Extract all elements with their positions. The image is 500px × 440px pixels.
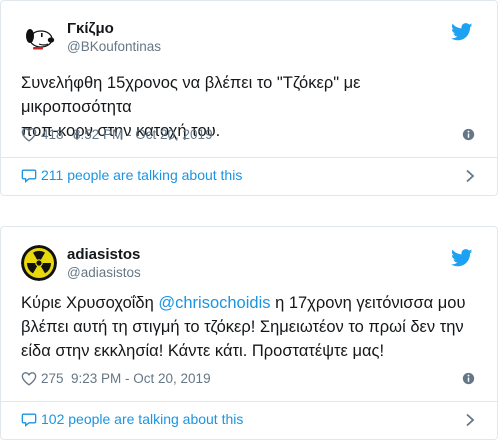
mention-link[interactable]: @chrisochoidis (158, 294, 270, 312)
tweet-text-line: βλέπει αυτή τη στιγμή το τζόκερ! Σημειωτ… (21, 318, 464, 336)
heart-icon[interactable] (21, 127, 37, 142)
info-icon[interactable] (462, 128, 475, 141)
chevron-right-icon[interactable] (465, 169, 475, 183)
tweet-meta: 275 9:23 PM - Oct 20, 2019 (21, 370, 475, 388)
snoopy-avatar-icon[interactable] (21, 19, 57, 55)
tweet-card[interactable]: adiasistos @adiasistos Κύριε Χρυσοχοΐδη … (0, 226, 498, 440)
display-name[interactable]: Γκίζμο (67, 20, 161, 38)
author-names[interactable]: adiasistos @adiasistos (67, 246, 141, 282)
tweet-timestamp[interactable]: 9:23 PM - Oct 20, 2019 (71, 371, 211, 386)
divider (1, 401, 497, 402)
twitter-bird-icon[interactable] (451, 249, 473, 267)
tweet-text-segment: η 17χρονη γειτόνισσα μου (270, 294, 466, 312)
twitter-bird-icon[interactable] (451, 23, 473, 41)
tweet-text: Κύριε Χρυσοχοΐδη @chrisochoidis η 17χρον… (21, 291, 475, 363)
tweet-text-line: Συνελήφθη 15χρονος να βλέπει το "Τζόκερ"… (21, 74, 361, 116)
speech-bubble-icon (21, 413, 37, 427)
conversation-link[interactable]: 211 people are talking about this (21, 166, 475, 186)
info-icon[interactable] (462, 372, 475, 385)
tweet-header: adiasistos @adiasistos (21, 245, 479, 285)
author-names[interactable]: Γκίζμο @BKoufontinas (67, 20, 161, 56)
tweet-header: Γκίζμο @BKoufontinas (21, 19, 479, 59)
user-handle[interactable]: @adiasistos (67, 264, 141, 282)
tweet-card[interactable]: Γκίζμο @BKoufontinas Συνελήφθη 15χρονος … (0, 0, 498, 196)
chevron-right-icon[interactable] (465, 413, 475, 427)
radiation-symbol-avatar-icon[interactable] (21, 245, 57, 281)
conversation-link[interactable]: 102 people are talking about this (21, 410, 475, 430)
tweet-timestamp[interactable]: 8:52 PM - Oct 20, 2019 (73, 127, 213, 142)
like-count[interactable]: 418 (41, 127, 64, 142)
divider (1, 157, 497, 158)
talking-about-label[interactable]: 211 people are talking about this (41, 167, 242, 183)
speech-bubble-icon (21, 169, 37, 183)
user-handle[interactable]: @BKoufontinas (67, 38, 161, 56)
heart-icon[interactable] (21, 371, 37, 386)
tweet-text-line: είδα στην εκκλησία! Κάντε κάτι. Προστατέ… (21, 342, 385, 360)
tweet-meta: 418 8:52 PM - Oct 20, 2019 (21, 126, 475, 144)
like-count[interactable]: 275 (41, 371, 64, 386)
tweet-text-segment: Κύριε Χρυσοχοΐδη (21, 294, 159, 312)
tweet-text-line: Κύριε Χρυσοχοΐδη @chrisochoidis η 17χρον… (21, 291, 475, 315)
display-name[interactable]: adiasistos (67, 246, 141, 264)
talking-about-label[interactable]: 102 people are talking about this (41, 411, 243, 427)
